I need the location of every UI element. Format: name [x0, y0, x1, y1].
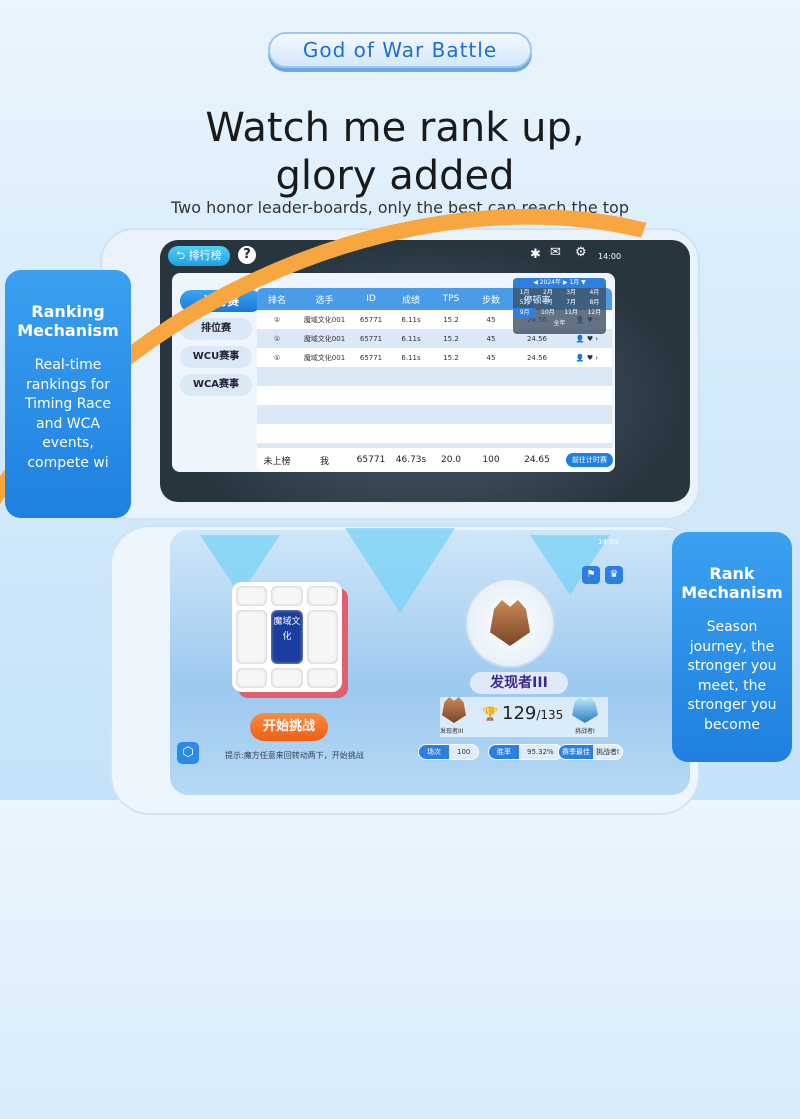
battle-icon[interactable]: ⚑: [582, 566, 600, 584]
headline-line-2: glory added: [275, 153, 515, 199]
cube-icon[interactable]: ⬡: [177, 742, 199, 764]
callout-title: Rank Mechanism: [681, 564, 783, 602]
back-label: 排行榜: [188, 249, 222, 262]
callout-body: Season journey, the stronger you meet, t…: [687, 619, 777, 733]
headline: Watch me rank up, glory added: [0, 104, 790, 200]
rank-score: 129/135: [502, 703, 563, 724]
next-rank-label: 挑战者I: [575, 728, 595, 735]
rank-name: 发现者III: [470, 672, 568, 694]
stat-label: 赛季最佳: [559, 745, 593, 759]
rubiks-cube-image: 魔域文化: [232, 582, 342, 692]
stat-value: 100: [457, 748, 471, 756]
help-icon[interactable]: ?: [238, 246, 256, 264]
stat-label: 胜率: [489, 745, 519, 759]
current-rank-label: 发现者III: [440, 728, 464, 735]
callout-title: Ranking Mechanism: [17, 302, 119, 340]
stat-value: 挑战者I: [596, 748, 620, 756]
col-pause[interactable]: 停顿率: [512, 293, 562, 306]
back-button[interactable]: ⮌ 排行榜: [168, 246, 230, 266]
clock-time-2: 14:00: [598, 538, 619, 546]
headline-line-1: Watch me rank up,: [205, 105, 585, 151]
title-pill: God of War Battle: [268, 32, 532, 68]
stat-label: 场次: [419, 745, 449, 759]
callout-body: Real-time rankings for Timing Race and W…: [24, 357, 112, 471]
subtitle: Two honor leader-boards, only the best c…: [171, 198, 629, 217]
stat-matches: 场次 100: [418, 744, 480, 760]
ranking-callout: Ranking Mechanism Real-time rankings for…: [5, 270, 131, 518]
hint-text: 提示:魔方任意来回转动两下，开始挑战: [225, 751, 364, 760]
stat-value: 95.32%: [527, 748, 554, 756]
arrow-down-decor: [345, 528, 455, 613]
trophy-icon[interactable]: ♛: [605, 566, 623, 584]
stat-winrate: 胜率 95.32%: [488, 744, 563, 760]
cube-logo: 魔域文化: [271, 609, 303, 665]
rank-callout: Rank Mechanism Season journey, the stron…: [672, 532, 792, 762]
score-total: /135: [536, 708, 564, 722]
score-value: 129: [502, 703, 537, 724]
stat-season-best: 赛季最佳 挑战者I: [558, 744, 624, 760]
trophy-small-icon: 🏆: [482, 707, 499, 722]
start-challenge-button[interactable]: 开始挑战: [250, 713, 328, 741]
